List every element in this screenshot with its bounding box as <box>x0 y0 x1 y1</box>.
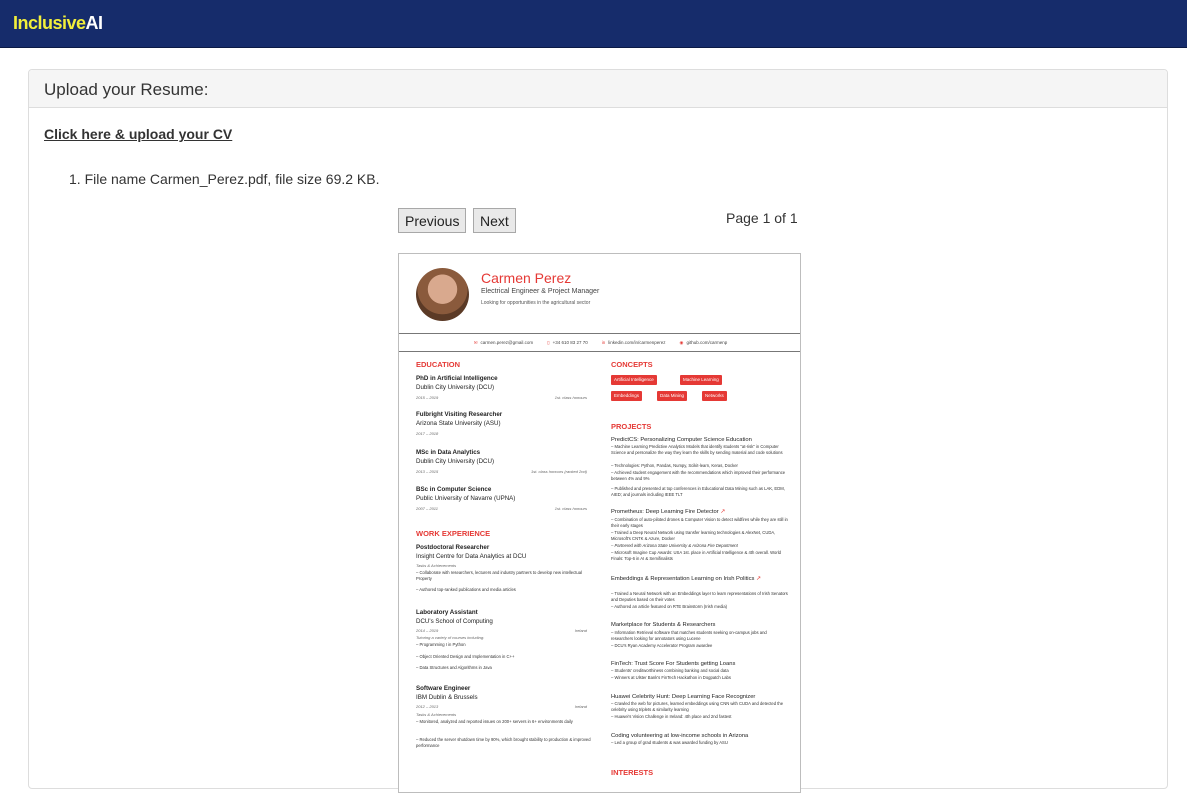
edu-dates: 2015 – 2019 <box>416 395 439 400</box>
edu-note: 1st. class honours (ranked 2nd) <box>530 469 587 474</box>
project-bullet: – Huawei's Vision Challenge in Ireland: … <box>611 714 732 719</box>
brand-logo[interactable]: InclusiveAI <box>13 13 103 34</box>
project-title: Marketplace for Students & Researchers <box>611 622 716 628</box>
work-role: Laboratory Assistant <box>416 609 478 616</box>
project-title: PredictCS: Personalizing Computer Scienc… <box>611 437 752 443</box>
project-bullet: – Winners at Ulster Bank's FinTech Hacka… <box>611 675 731 680</box>
concept-tag: Machine Learning <box>680 375 722 385</box>
work-bullet: – Reduced the server shutdown time by 90… <box>416 737 591 748</box>
resume-name: Carmen Perez <box>481 270 572 286</box>
work-heading: WORK EXPERIENCE <box>416 529 491 538</box>
project-title: Prometheus: Deep Learning Fire Detector … <box>611 509 726 515</box>
work-org: Insight Centre for Data Analytics at DCU <box>416 553 527 560</box>
work-role: Postdoctoral Researcher <box>416 544 490 551</box>
education-heading: EDUCATION <box>416 360 461 369</box>
project-bullet: – Authored an article featured on RTE Br… <box>611 604 728 609</box>
project-title: Embeddings & Representation Learning on … <box>611 576 761 582</box>
concept-tag: Networks <box>702 391 727 401</box>
concepts-heading: CONCEPTS <box>611 360 653 369</box>
edu-degree: Fulbright Visiting Researcher <box>416 411 503 418</box>
contact-email: ✉ carmen.perez@gmail.com <box>473 340 534 345</box>
project-bullet: – Information Retrieval software that ma… <box>611 630 767 641</box>
project-bullet: – Partnered with Arizona State Universit… <box>611 543 738 548</box>
contact-phone: ▯ +34 610 83 27 70 <box>547 340 588 345</box>
projects-heading: PROJECTS <box>611 422 652 431</box>
upload-cv-link[interactable]: Click here & upload your CV <box>44 126 232 142</box>
edu-degree: BSc in Computer Science <box>416 486 492 493</box>
brand-text-inclusive: Inclusive <box>13 13 86 33</box>
phone-icon: ▯ <box>547 340 550 345</box>
work-org: DCU's School of Computing <box>416 618 493 625</box>
edu-dates: 2013 – 2015 <box>416 469 439 474</box>
project-bullet: – Trained a Deep Neural Network using tr… <box>611 530 776 541</box>
edu-note: 1st. class honours <box>554 506 587 511</box>
work-bullet: – Object Oriented Design and Implementat… <box>416 654 515 659</box>
project-title: Coding volunteering at low-income school… <box>611 733 749 739</box>
edu-note: 1st. class honours <box>554 395 587 400</box>
work-location: Ireland <box>574 628 587 633</box>
email-icon: ✉ <box>473 340 478 345</box>
project-bullet: – Led a group of grad students & was awa… <box>611 740 728 745</box>
project-bullet: – Trained a Neural Network with an Embed… <box>611 591 788 602</box>
work-role: Software Engineer <box>416 685 471 692</box>
edu-school: Public University of Navarre (UPNA) <box>416 495 516 502</box>
concept-tag: Data Mining <box>657 391 688 401</box>
project-bullet: – Microsoft Imagine Cup Awards: USA 1st.… <box>611 550 781 561</box>
resume-divider <box>399 351 800 352</box>
project-title: Huawei Celebrity Hunt: Deep Learning Fac… <box>611 694 756 700</box>
project-bullet: – Crawled the web for pictures, learned … <box>611 701 784 712</box>
previous-page-button[interactable]: Previous <box>398 208 467 233</box>
external-link-icon: ↗ <box>756 576 761 582</box>
panel-title: Upload your Resume: <box>29 70 1167 108</box>
concept-tag: Embeddings <box>611 391 643 401</box>
resume-preview: Carmen Perez Electrical Engineer & Proje… <box>398 253 801 793</box>
edu-school: Arizona State University (ASU) <box>416 420 501 427</box>
edu-degree: PhD in Artificial Intelligence <box>416 375 498 382</box>
project-bullet: – Students' creditworthiness combining b… <box>611 668 729 673</box>
github-icon: ◉ <box>679 340 684 345</box>
file-list-item: 1. File name Carmen_Perez.pdf, file size… <box>69 171 380 187</box>
brand-text-ai: AI <box>85 13 104 33</box>
work-sub: 2014 – 2019 <box>416 628 439 633</box>
work-bullet: – Monitored, analyzed and reported issue… <box>416 719 573 724</box>
project-bullet: – Machine Learning Predictive Analytics … <box>611 444 783 455</box>
edu-school: Dublin City University (DCU) <box>416 458 495 465</box>
contact-github: ◉ github.com/carmenp <box>679 340 728 345</box>
edu-dates: 2017 – 2018 <box>416 431 439 436</box>
work-bullet: – Programming I in Python <box>416 642 466 647</box>
work-bullet: – Collaborate with researchers, lecturer… <box>416 570 582 581</box>
linkedin-icon: in <box>601 340 606 345</box>
project-bullet: – DCU's Ryan Academy Accelerator Program… <box>611 643 713 648</box>
top-navbar: InclusiveAI <box>0 0 1187 48</box>
resume-title: Electrical Engineer & Project Manager <box>481 288 600 295</box>
page-indicator: Page 1 of 1 <box>726 210 798 226</box>
work-org: IBM Dublin & Brussels <box>416 694 478 701</box>
concept-tag: Artificial Intelligence <box>611 375 657 385</box>
work-bullet: – Authored top-ranked publications and m… <box>416 587 516 592</box>
work-sub: Tasks & Achievements <box>416 563 457 568</box>
next-page-button[interactable]: Next <box>473 208 516 233</box>
edu-degree: MSc in Data Analytics <box>416 449 481 456</box>
work-bullet: – Data Structures and Algorithms in Java <box>416 665 492 670</box>
work-bullet: Tutoring a variety of courses including: <box>416 635 485 640</box>
resume-photo <box>416 268 469 321</box>
work-sub: 2012 – 2013 <box>416 704 439 709</box>
project-bullet: – Technologies: Python, Pandas, Numpy, S… <box>611 463 738 468</box>
contact-linkedin: in linkedin.com/in/carmenperez <box>601 340 666 345</box>
external-link-icon: ↗ <box>720 509 726 515</box>
edu-school: Dublin City University (DCU) <box>416 384 495 391</box>
resume-divider <box>399 333 800 334</box>
resume-tagline: Looking for opportunities in the agricul… <box>481 300 591 306</box>
project-bullet: – Published and presented at top confere… <box>611 486 785 497</box>
project-bullet: – Achieved student engagement with the r… <box>611 470 786 481</box>
edu-dates: 2007 – 2011 <box>416 506 438 511</box>
resume-contacts: ✉ carmen.perez@gmail.com ▯ +34 610 83 27 7… <box>399 340 800 346</box>
work-location: Ireland <box>574 704 587 709</box>
project-title: FinTech: Trust Score For Students gettin… <box>611 661 736 667</box>
upload-panel: Upload your Resume: Click here & upload … <box>28 69 1168 793</box>
work-bullet: Tasks & Achievements <box>416 712 457 717</box>
project-bullet: – Combination of auto-piloted drones & C… <box>611 517 788 528</box>
